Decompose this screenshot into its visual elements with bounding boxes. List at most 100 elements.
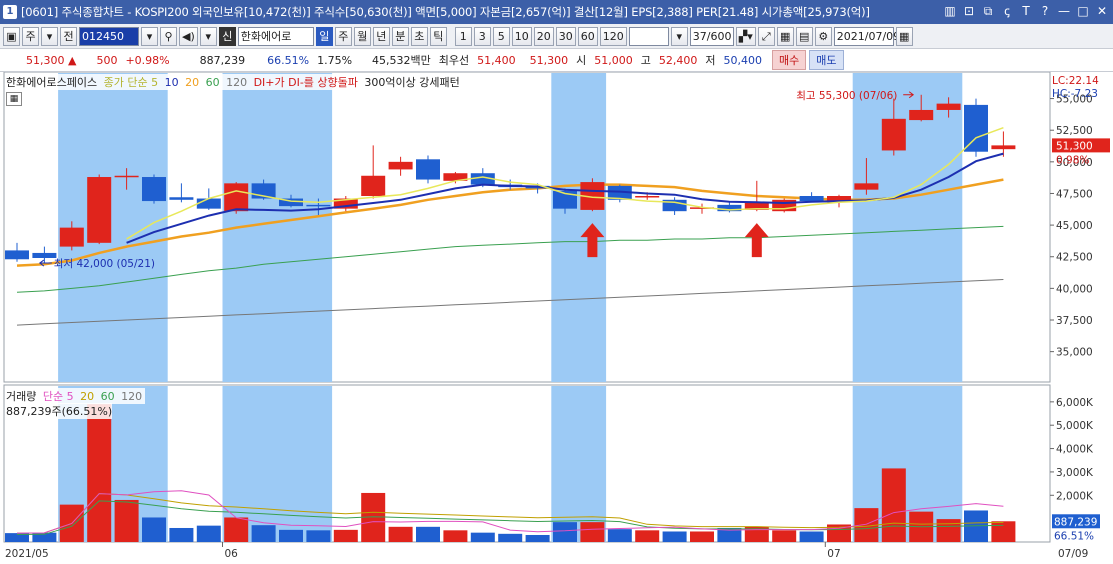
volume-bar bbox=[443, 530, 468, 542]
font-icon[interactable]: T bbox=[1019, 3, 1033, 19]
period-monthly-tab[interactable]: 월 bbox=[353, 26, 371, 46]
save-icon[interactable]: ▤ bbox=[795, 26, 813, 46]
legend-ma10[interactable]: 10 bbox=[165, 76, 179, 89]
chart-type-select[interactable]: 주 bbox=[22, 26, 39, 46]
search-icon[interactable]: ⚲ bbox=[160, 26, 177, 46]
layout-icon[interactable]: ▥ bbox=[943, 3, 957, 19]
legend-ma-label[interactable]: 종가 단순 5 bbox=[104, 76, 158, 89]
volume-bar bbox=[416, 526, 440, 542]
candle-body bbox=[772, 199, 797, 212]
period-weekly-tab[interactable]: 주 bbox=[334, 26, 352, 46]
table-view-icon[interactable]: ▦ bbox=[6, 92, 22, 106]
screen-lock-icon[interactable]: ▣ bbox=[3, 26, 20, 46]
candle-body bbox=[32, 252, 57, 258]
restore-icon[interactable]: ⊡ bbox=[962, 3, 976, 19]
trade-amount: 45,532백만 bbox=[372, 54, 431, 67]
volume-ratio: 66.51% bbox=[267, 53, 310, 67]
candle-body bbox=[59, 227, 84, 247]
legend-signal-di[interactable]: DI+가 DI-를 상향돌파 bbox=[254, 76, 358, 89]
legend-volume-ma60[interactable]: 60 bbox=[101, 390, 115, 403]
buy-button[interactable]: 매수 bbox=[772, 50, 807, 70]
minute-10-button[interactable]: 10 bbox=[511, 26, 532, 46]
candle-settings-icon[interactable]: ▞▾ bbox=[735, 26, 756, 46]
period-minute-tab[interactable]: 분 bbox=[391, 26, 409, 46]
minute-5-button[interactable]: 5 bbox=[492, 26, 510, 46]
legend-stock-name[interactable]: 한화에어로스페이스 bbox=[6, 76, 97, 89]
volume-bar bbox=[251, 525, 276, 542]
speaker-icon[interactable]: ◀) bbox=[179, 26, 198, 46]
legend-ma20[interactable]: 20 bbox=[185, 76, 199, 89]
minute-120-button[interactable]: 120 bbox=[599, 26, 627, 46]
bar-count-input[interactable]: 37/600 bbox=[689, 26, 734, 46]
close-icon[interactable]: ✕ bbox=[1095, 3, 1109, 19]
best-quote-label: 최우선 bbox=[438, 54, 470, 67]
chart-area[interactable]: 55,000 52,500 50,000 47,500 45,000 42,500 40,0… bbox=[0, 72, 1113, 564]
candle-body bbox=[196, 198, 221, 209]
x-tick-label: 07/09 bbox=[1058, 548, 1088, 560]
period-yearly-tab[interactable]: 년 bbox=[372, 26, 390, 46]
period-tick-tab[interactable]: 틱 bbox=[429, 26, 447, 46]
volume-bar bbox=[224, 517, 249, 542]
minute-1-button[interactable]: 1 bbox=[454, 26, 472, 46]
draw-line-icon[interactable]: ⤢ bbox=[757, 26, 775, 46]
period-second-tab[interactable]: 초 bbox=[410, 26, 428, 46]
volume-bar bbox=[580, 522, 605, 542]
low-label: 저 bbox=[705, 54, 716, 67]
candle-body bbox=[854, 183, 879, 190]
prev-button[interactable]: 전 bbox=[60, 26, 77, 46]
stock-name-field[interactable]: 한화에어로 bbox=[237, 26, 314, 46]
grid-icon[interactable]: ▦ bbox=[776, 26, 794, 46]
legend-signal-pattern[interactable]: 300억이상 강세패턴 bbox=[364, 76, 459, 89]
custom-interval-input[interactable] bbox=[628, 26, 669, 46]
calendar-icon[interactable]: ▦ bbox=[895, 26, 913, 46]
legend-ma60[interactable]: 60 bbox=[206, 76, 220, 89]
minute-20-button[interactable]: 20 bbox=[533, 26, 554, 46]
volume-tick-label: 4,000K bbox=[1056, 444, 1094, 456]
interval-dropdown-icon[interactable]: ▾ bbox=[670, 26, 688, 46]
minute-30-button[interactable]: 30 bbox=[555, 26, 576, 46]
volume-bar bbox=[333, 529, 358, 542]
high-label: 고 bbox=[640, 54, 651, 67]
legend-volume-ma20[interactable]: 20 bbox=[80, 390, 94, 403]
high-price-annotation: 최고 55,300 (07/06) bbox=[796, 90, 897, 102]
hc-label: HC:-7.23 bbox=[1052, 88, 1098, 100]
window-number-badge: 1 bbox=[3, 5, 17, 19]
settings-gear-icon[interactable]: ⚙ bbox=[814, 26, 832, 46]
legend-volume-name[interactable]: 거래량 bbox=[6, 390, 36, 403]
open-label: 시 bbox=[576, 54, 587, 67]
x-tick-label: 06 bbox=[225, 548, 239, 560]
volume-bar bbox=[936, 519, 961, 542]
date-input[interactable]: 2021/07/09 bbox=[833, 26, 900, 46]
chart-type-dropdown-icon[interactable]: ▾ bbox=[41, 26, 58, 46]
maximize-icon[interactable]: □ bbox=[1076, 3, 1090, 19]
sell-button[interactable]: 매도 bbox=[809, 50, 844, 70]
code-dropdown-icon[interactable]: ▾ bbox=[141, 26, 158, 46]
volume-bar bbox=[196, 525, 221, 542]
legend-volume-ma120[interactable]: 120 bbox=[121, 390, 142, 403]
stock-chart[interactable]: 55,00052,50050,00047,50045,00042,50040,0… bbox=[0, 72, 1113, 564]
candle-body bbox=[881, 118, 906, 151]
candle-body bbox=[635, 196, 660, 198]
candle-body bbox=[114, 175, 139, 178]
current-price-tag-label: 51,300 bbox=[1056, 140, 1093, 152]
minute-3-button[interactable]: 3 bbox=[473, 26, 491, 46]
volume-bar bbox=[388, 526, 413, 542]
signal-shade-volume bbox=[551, 386, 607, 542]
legend-volume-ma5[interactable]: 단순 5 bbox=[43, 390, 74, 403]
period-daily-tab[interactable]: 일 bbox=[315, 26, 333, 46]
ask-price: 51,400 bbox=[477, 53, 516, 67]
legend-ma120[interactable]: 120 bbox=[226, 76, 247, 89]
candle-body bbox=[388, 161, 413, 170]
help-icon[interactable]: ? bbox=[1038, 3, 1052, 19]
speaker-dropdown-icon[interactable]: ▾ bbox=[199, 26, 217, 46]
link-icon[interactable]: ꞔ bbox=[1000, 3, 1014, 19]
minimize-icon[interactable]: — bbox=[1057, 3, 1071, 19]
current-pct-tag-label: 0.98% bbox=[1056, 154, 1089, 166]
volume-bar bbox=[991, 521, 1016, 542]
price-tick-label: 45,000 bbox=[1056, 220, 1093, 232]
copy-window-icon[interactable]: ⧉ bbox=[981, 3, 995, 19]
stock-code-input[interactable]: 012450 bbox=[79, 26, 139, 46]
volume-bar bbox=[279, 529, 303, 542]
minute-60-button[interactable]: 60 bbox=[577, 26, 598, 46]
candle-body bbox=[5, 250, 29, 260]
